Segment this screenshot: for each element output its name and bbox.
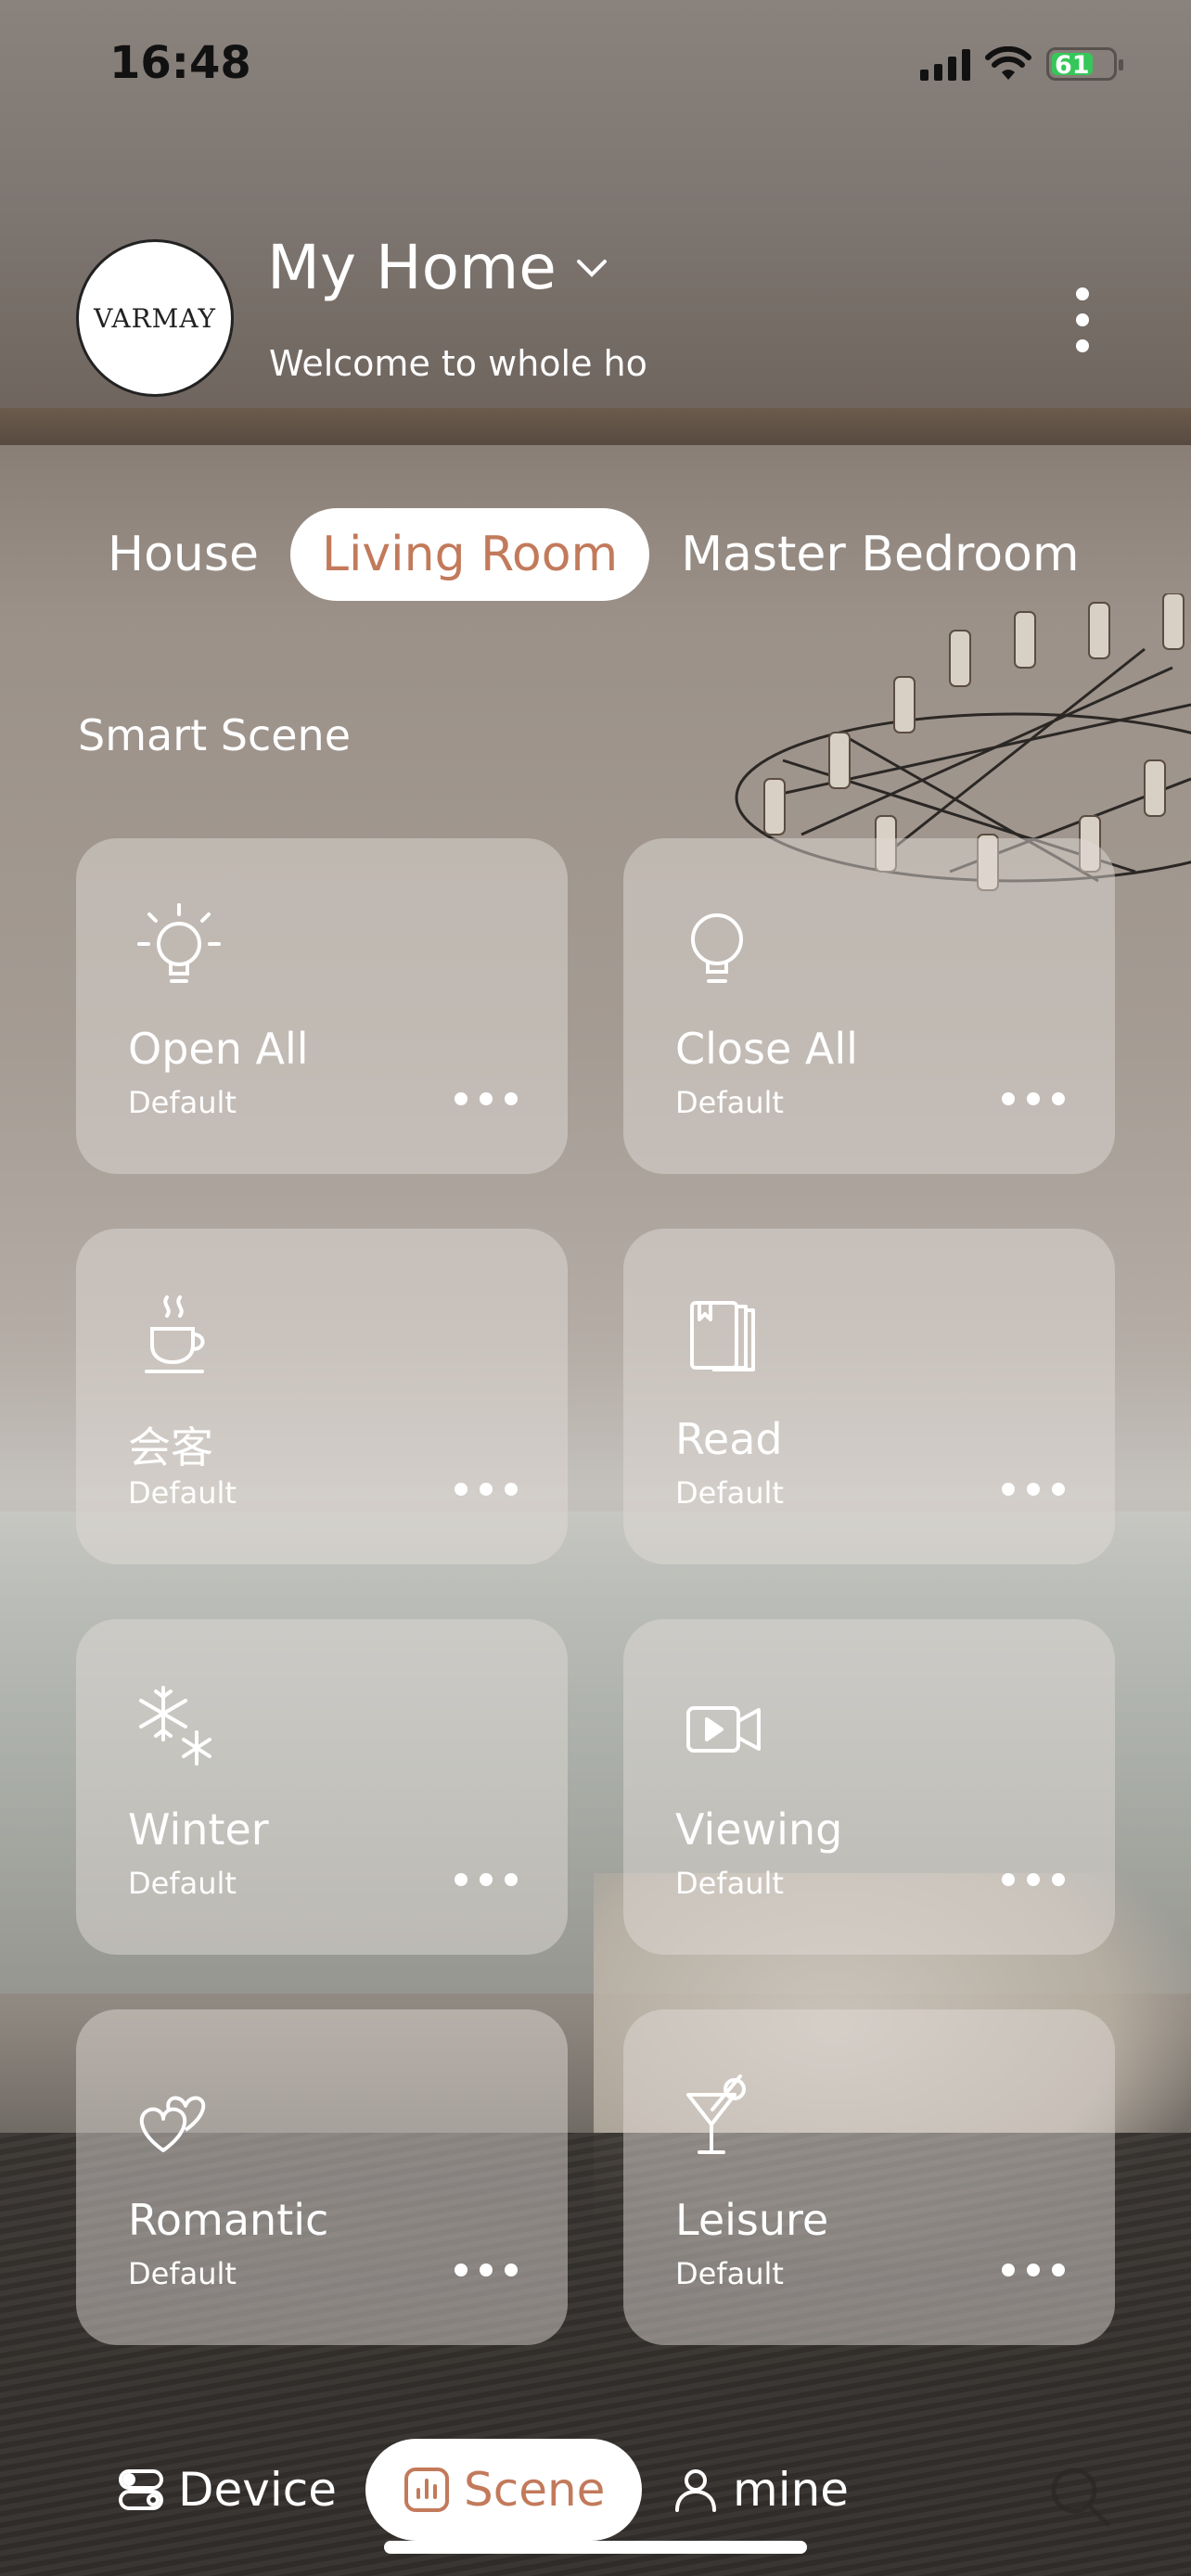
scene-card-read[interactable]: Read Default — [623, 1229, 1115, 1564]
user-icon — [675, 2469, 716, 2512]
tab-house[interactable]: House — [76, 508, 290, 601]
nav-mine[interactable]: mine — [672, 2439, 849, 2541]
search-icon[interactable] — [1043, 2459, 1117, 2533]
battery-level: 61 — [1055, 51, 1090, 80]
status-bar: 16:48 61 — [0, 0, 1191, 130]
avatar[interactable]: VARMAY — [76, 239, 234, 397]
scene-sub: Default — [128, 1085, 237, 1120]
scene-name: Close All — [675, 1024, 858, 1074]
background-beam — [0, 408, 1191, 445]
snowflake-icon — [139, 1686, 211, 1766]
more-vertical-button[interactable] — [1067, 287, 1098, 352]
coffee-cup-icon — [145, 1295, 205, 1373]
room-tabs: House Living Room Master Bedroom — [76, 508, 1111, 601]
scene-chart-icon — [404, 2468, 449, 2512]
scene-sub: Default — [675, 1085, 784, 1120]
logo-text: VARMAY — [94, 302, 216, 334]
more-horizontal-button[interactable] — [1002, 1866, 1065, 1894]
video-camera-icon — [686, 1706, 761, 1753]
bottom-nav: Device Scene mine — [0, 2439, 1191, 2541]
nav-scene-label: Scene — [464, 2463, 606, 2517]
scene-sub: Default — [675, 2256, 784, 2291]
scene-card-winter[interactable]: Winter Default — [76, 1619, 568, 1955]
nav-mine-label: mine — [733, 2463, 850, 2517]
tab-living-room[interactable]: Living Room — [289, 508, 650, 601]
wifi-icon — [985, 46, 1031, 80]
device-toggle-icon — [119, 2469, 163, 2510]
scene-name: Winter — [128, 1804, 269, 1855]
scene-card-viewing[interactable]: Viewing Default — [623, 1619, 1115, 1955]
scene-sub: Default — [675, 1866, 784, 1901]
nav-device[interactable]: Device — [117, 2439, 337, 2541]
scene-card-huike[interactable]: 会客 Default — [76, 1229, 568, 1564]
home-selector[interactable]: My Home — [267, 232, 610, 303]
bulb-on-icon — [137, 903, 221, 983]
more-horizontal-button[interactable] — [1002, 1475, 1065, 1503]
scene-sub: Default — [128, 1866, 237, 1901]
hearts-icon — [139, 2096, 206, 2152]
scene-name: Romantic — [128, 2195, 329, 2245]
section-title: Smart Scene — [78, 710, 352, 760]
welcome-text: Welcome to whole home — [269, 343, 649, 384]
home-name: My Home — [267, 232, 557, 303]
scene-card-leisure[interactable]: Leisure Default — [623, 2009, 1115, 2345]
scene-card-close-all[interactable]: Close All Default — [623, 838, 1115, 1174]
more-horizontal-button[interactable] — [455, 1475, 518, 1503]
scene-card-open-all[interactable]: Open All Default — [76, 838, 568, 1174]
more-horizontal-button[interactable] — [455, 1085, 518, 1113]
more-horizontal-button[interactable] — [1002, 2256, 1065, 2284]
more-horizontal-button[interactable] — [455, 1866, 518, 1894]
scene-name: Viewing — [675, 1804, 843, 1855]
more-horizontal-button[interactable] — [455, 2256, 518, 2284]
nav-scene[interactable]: Scene — [365, 2439, 643, 2541]
scene-sub: Default — [128, 2256, 237, 2291]
cellular-signal-icon — [920, 47, 970, 81]
more-horizontal-button[interactable] — [1002, 1085, 1065, 1113]
scene-name: 会客 — [128, 1422, 213, 1473]
scene-sub: Default — [128, 1475, 237, 1511]
scene-name: Open All — [128, 1024, 309, 1074]
chevron-down-icon — [576, 259, 607, 277]
book-icon — [690, 1301, 755, 1371]
scene-sub: Default — [675, 1475, 784, 1511]
scene-name: Read — [675, 1414, 783, 1464]
status-icons: 61 — [920, 46, 1123, 82]
home-indicator — [384, 2541, 807, 2554]
cocktail-icon — [686, 2074, 746, 2154]
scene-name: Leisure — [675, 2195, 829, 2245]
nav-device-label: Device — [178, 2463, 337, 2517]
status-time: 16:48 — [109, 37, 251, 89]
bulb-off-icon — [691, 913, 743, 983]
scene-card-romantic[interactable]: Romantic Default — [76, 2009, 568, 2345]
battery-icon: 61 — [1046, 47, 1123, 81]
tab-master-bedroom[interactable]: Master Bedroom — [649, 508, 1110, 601]
